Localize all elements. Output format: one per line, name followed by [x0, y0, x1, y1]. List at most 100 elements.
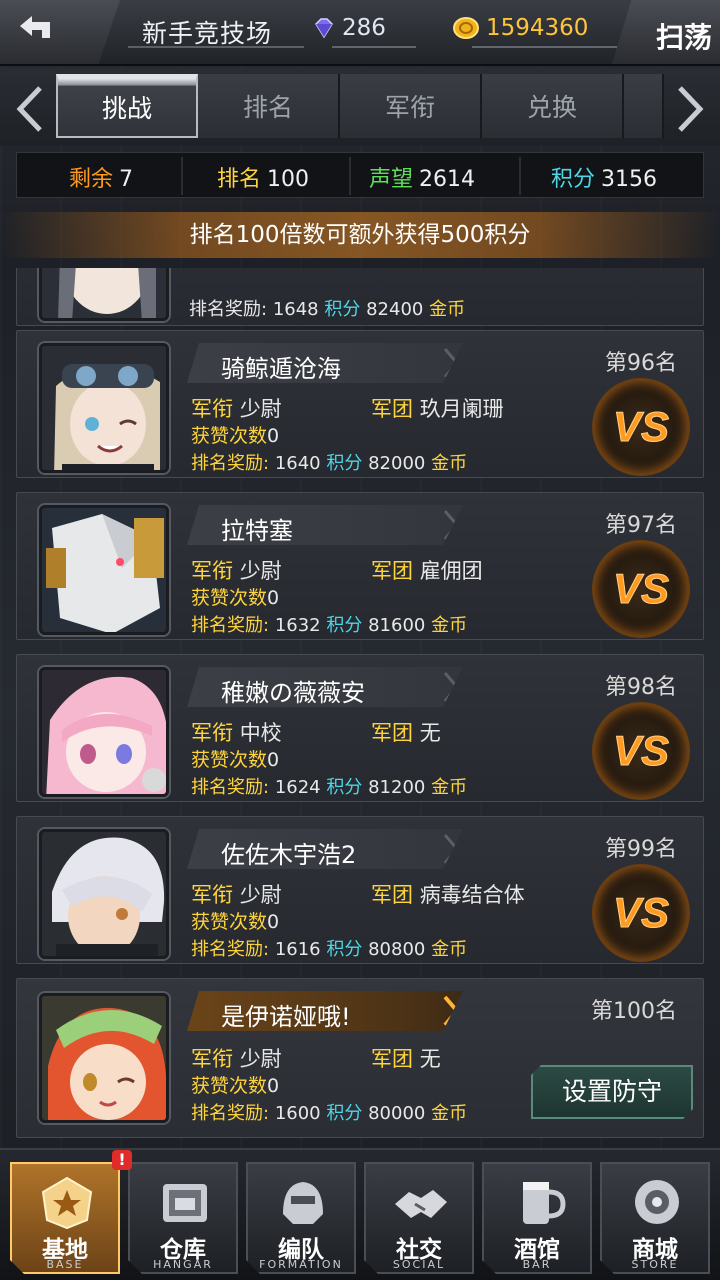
name-plate: 佐佐木宇浩2: [187, 829, 463, 869]
likes-row: 获赞次数0: [191, 1075, 280, 1097]
chevron-right-icon[interactable]: [670, 84, 710, 134]
nav-base[interactable]: 基地 BASE: [10, 1162, 120, 1274]
handshake-icon: [391, 1174, 451, 1230]
chevron-right-icon: [441, 671, 461, 703]
reward-row: 排名奖励: 1616 积分 80800 金币: [191, 939, 468, 960]
military-rank-row: 军衔 中校: [191, 721, 282, 745]
nav-social[interactable]: 社交 SOCIAL: [364, 1162, 474, 1274]
chevron-right-icon: [441, 833, 461, 865]
military-rank-row: 军衔 少尉: [191, 883, 282, 907]
tab-bar: 挑战 排名 军衔 兑换: [0, 68, 720, 146]
svg-text:VS: VS: [613, 727, 669, 774]
player-rank: 第97名: [605, 513, 677, 538]
player-name: 是伊诺娅哦!: [221, 1003, 351, 1031]
diamond-amount: 286: [342, 15, 386, 41]
reward-row: 排名奖励: 1632 积分 81600 金币: [191, 615, 468, 636]
stat-remaining: 剩余 7: [69, 167, 134, 192]
chevron-left-icon[interactable]: [10, 84, 50, 134]
list-item-self: 是伊诺娅哦! 第100名 军衔 少尉 军团 无 获赞次数0 排名奖励: 1600…: [16, 978, 704, 1138]
bottom-nav: 基地 BASE 仓库 HANGAR 编队 FORMATION 社交 SOCIAL: [0, 1148, 720, 1280]
base-icon: [37, 1174, 97, 1230]
sweep-button[interactable]: 扫荡: [612, 0, 720, 64]
avatar: [39, 829, 169, 959]
player-rank: 第98名: [605, 675, 677, 700]
nav-formation[interactable]: 编队 FORMATION: [246, 1162, 356, 1274]
back-arrow-icon: [20, 16, 50, 38]
hangar-icon: [155, 1174, 215, 1230]
svg-text:VS: VS: [613, 565, 669, 612]
avatar: [39, 343, 169, 473]
tab-military-rank[interactable]: 军衔: [340, 74, 482, 138]
tab-ranking[interactable]: 排名: [198, 74, 340, 138]
vs-button[interactable]: VS: [595, 543, 687, 635]
avatar: [39, 505, 169, 635]
back-button[interactable]: [0, 0, 120, 64]
avatar: [39, 667, 169, 797]
player-rank: 第96名: [605, 351, 677, 376]
list-item: 稚嫩の薇薇安 第98名 军衔 中校 军团 无 获赞次数0 排名奖励: 1624 …: [16, 654, 704, 802]
player-name: 稚嫩の薇薇安: [221, 679, 365, 707]
military-rank-row: 军衔 少尉: [191, 559, 282, 583]
chevron-right-icon: [441, 347, 461, 379]
opponent-list[interactable]: 排名奖励: 1648 积分 82400 金币 骑鲸遁沧海 第96名 军衔 少尉 …: [0, 268, 720, 1148]
likes-row: 获赞次数0: [191, 749, 280, 771]
notification-badge: !: [112, 1150, 132, 1170]
nav-store[interactable]: 商城 STORE: [600, 1162, 710, 1274]
sweep-label: 扫荡: [655, 21, 712, 54]
player-rank: 第99名: [605, 837, 677, 862]
player-name: 佐佐木宇浩2: [221, 841, 357, 869]
vs-icon: VS: [612, 403, 669, 451]
nav-bar[interactable]: 酒馆 BAR: [482, 1162, 592, 1274]
page-title: 新手竞技场: [142, 19, 273, 48]
top-bar: 新手竞技场 286 1594360 扫荡: [0, 0, 720, 66]
tab-exchange[interactable]: 兑换: [482, 74, 624, 138]
stats-bar: 剩余 7 排名 100 声望 2614 积分 3156: [16, 152, 704, 198]
title-underline: [128, 46, 304, 48]
gold-amount: 1594360: [486, 15, 589, 41]
vs-button[interactable]: VS: [595, 867, 687, 959]
legion-row: 军团 雇佣团: [371, 559, 483, 583]
list-item: 骑鲸遁沧海 第96名 军衔 少尉 军团 玖月阑珊 获赞次数0 排名奖励: 164…: [16, 330, 704, 478]
chevron-right-icon: [441, 509, 461, 541]
legion-row: 军团 无: [371, 721, 441, 745]
set-defense-button[interactable]: 设置防守: [531, 1065, 693, 1119]
stat-rank: 排名 100: [217, 167, 310, 192]
chevron-right-icon: [441, 995, 461, 1027]
list-item-partial: 排名奖励: 1648 积分 82400 金币: [16, 268, 704, 326]
vs-icon: VS: [612, 565, 669, 613]
legion-row: 军团 玖月阑珊: [371, 397, 504, 421]
vs-icon: VS: [612, 727, 669, 775]
name-plate: 骑鲸遁沧海: [187, 343, 463, 383]
diamond-icon: [315, 18, 333, 39]
military-rank-row: 军衔 少尉: [191, 1047, 282, 1071]
military-rank-row: 军衔 少尉: [191, 397, 282, 421]
bonus-banner: 排名100倍数可额外获得500积分: [0, 212, 720, 258]
reward-row: 排名奖励: 1648 积分 82400 金币: [189, 299, 466, 320]
name-plate: 稚嫩の薇薇安: [187, 667, 463, 707]
vs-icon: VS: [612, 889, 669, 937]
gold-balance: 1594360: [452, 10, 619, 48]
stat-points: 积分 3156: [551, 167, 658, 192]
list-item: 拉特塞 第97名 军衔 少尉 军团 雇佣团 获赞次数0 排名奖励: 1632 积…: [16, 492, 704, 640]
likes-row: 获赞次数0: [191, 425, 280, 447]
legion-row: 军团 病毒结合体: [371, 883, 525, 907]
vs-button[interactable]: VS: [595, 705, 687, 797]
vs-button[interactable]: VS: [595, 381, 687, 473]
player-name: 骑鲸遁沧海: [221, 355, 341, 383]
nav-hangar[interactable]: 仓库 HANGAR: [128, 1162, 238, 1274]
name-plate: 是伊诺娅哦!: [187, 991, 463, 1031]
diamond-balance: 286: [312, 10, 416, 48]
avatar: [39, 268, 169, 321]
legion-row: 军团 无: [371, 1047, 441, 1071]
tab-overflow: [624, 74, 664, 138]
svg-text:VS: VS: [613, 403, 669, 450]
reward-row: 排名奖励: 1624 积分 81200 金币: [191, 777, 468, 798]
stat-prestige: 声望 2614: [369, 167, 476, 192]
likes-row: 获赞次数0: [191, 911, 280, 933]
list-item: 佐佐木宇浩2 第99名 军衔 少尉 军团 病毒结合体 获赞次数0 排名奖励: 1…: [16, 816, 704, 964]
player-rank: 第100名: [591, 999, 677, 1024]
avatar: [39, 993, 169, 1123]
player-name: 拉特塞: [221, 517, 293, 545]
formation-icon: [273, 1174, 333, 1230]
tab-challenge[interactable]: 挑战: [56, 74, 198, 138]
